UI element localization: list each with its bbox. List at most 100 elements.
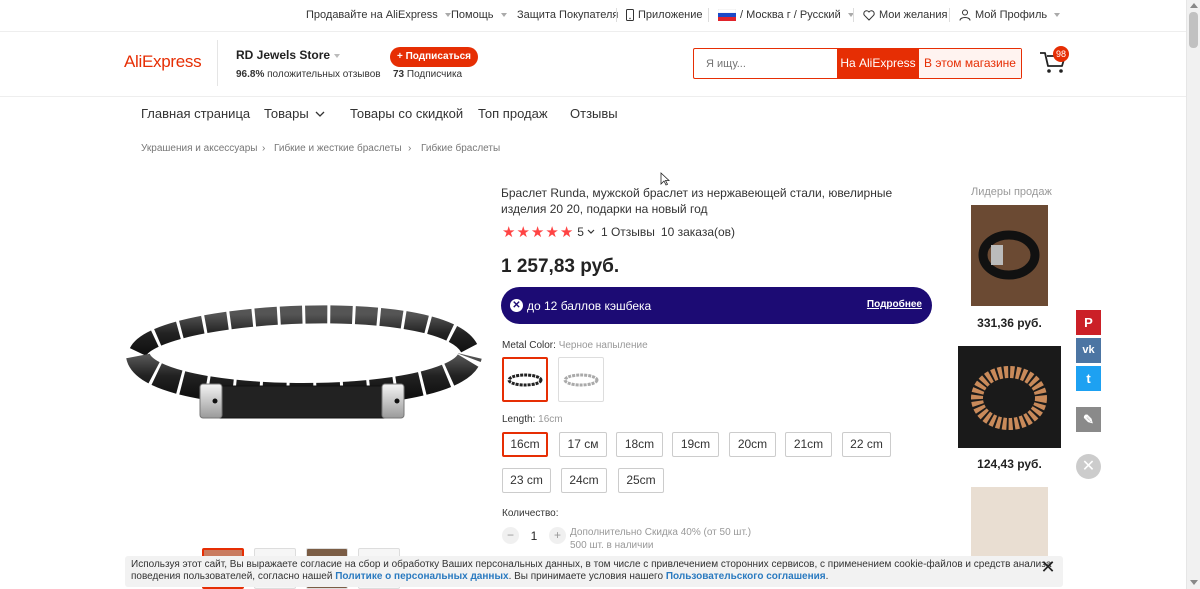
size-option[interactable]: 23 cm	[502, 468, 551, 493]
reviews-count[interactable]: 1 Отзывы	[601, 225, 655, 239]
chevron-down-icon[interactable]	[587, 229, 595, 235]
size-option[interactable]: 17 см	[559, 432, 607, 457]
product-price: 1 257,83 руб.	[501, 256, 620, 277]
color-label-title: Metal Color:	[502, 340, 556, 351]
quantity-discount: Дополнительно Скидка 40% (от 50 шт.)	[570, 527, 752, 538]
size-option[interactable]: 18cm	[616, 432, 663, 457]
cashback-more-link[interactable]: Подробнее	[867, 299, 922, 310]
breadcrumb-item[interactable]: Гибкие браслеты	[421, 143, 500, 154]
divider	[708, 8, 709, 22]
size-option[interactable]: 20cm	[729, 432, 776, 457]
user-agreement-link[interactable]: Пользовательского соглашения	[666, 571, 826, 582]
scroll-down-icon[interactable]	[1190, 580, 1198, 585]
cashback-icon: ✕	[510, 299, 523, 312]
nav-products[interactable]: Товары	[264, 106, 325, 121]
color-value: Черное напыление	[558, 340, 648, 351]
size-option[interactable]: 21cm	[785, 432, 832, 457]
region-language-selector[interactable]: / Москва г / Русский	[718, 9, 854, 21]
help-label: Помощь	[451, 9, 494, 21]
bestseller-image[interactable]	[971, 205, 1048, 306]
search-input[interactable]	[694, 49, 837, 78]
close-icon[interactable]: ✕	[1040, 558, 1056, 576]
vk-icon[interactable]: vk	[1076, 338, 1101, 363]
twitter-icon[interactable]: t	[1076, 366, 1101, 391]
buyer-protection-link[interactable]: Защита Покупателя	[517, 9, 618, 21]
color-option-silver[interactable]	[558, 357, 604, 402]
cookie-banner: Используя этот сайт, Вы выражаете соглас…	[125, 556, 1063, 587]
nav-top-sales[interactable]: Топ продаж	[478, 106, 548, 121]
size-option[interactable]: 24cm	[561, 468, 607, 493]
length-value: 16cm	[538, 414, 563, 425]
feedback-percent: 96.8%	[236, 69, 265, 80]
size-option[interactable]: 22 cm	[842, 432, 891, 457]
page-scrollbar[interactable]	[1186, 0, 1200, 589]
store-feedback: 96.8% положительных отзывов	[236, 69, 381, 80]
close-icon[interactable]: ✕	[1076, 454, 1101, 479]
subscribe-button[interactable]: + Подписаться	[390, 47, 479, 67]
nav-discounts[interactable]: Товары со скидкой	[350, 106, 463, 121]
profile-link[interactable]: Мой Профиль	[959, 9, 1061, 21]
app-label: Приложение	[638, 9, 703, 21]
cart-count-badge: 98	[1053, 46, 1069, 62]
heart-icon	[863, 9, 875, 21]
cashback-banner[interactable]: ✕ до 12 баллов кэшбека Подробнее	[501, 287, 932, 324]
stock-count: 500 шт. в наличии	[570, 540, 654, 551]
star-icon: ★	[502, 224, 516, 241]
aliexpress-logo[interactable]: AliExpress	[124, 52, 202, 72]
breadcrumb-item[interactable]: Гибкие и жесткие браслеты	[274, 143, 402, 154]
length-label: Length: 16cm	[502, 414, 563, 425]
top-bar: Продавайте на AliExpress Помощь Защита П…	[0, 0, 1186, 32]
nav-home[interactable]: Главная страница	[141, 106, 250, 121]
cashback-text: до 12 баллов кэшбека	[527, 299, 652, 313]
scroll-up-icon[interactable]	[1190, 3, 1198, 8]
store-name[interactable]: RD Jewels Store	[236, 48, 341, 62]
star-icon: ★	[516, 224, 530, 241]
divider	[616, 8, 617, 22]
nav-reviews[interactable]: Отзывы	[570, 106, 618, 121]
quantity-value[interactable]: 1	[519, 529, 549, 543]
wishlist-label: Мои желания	[879, 9, 948, 21]
chevron-down-icon	[334, 53, 341, 58]
size-option[interactable]: 25cm	[618, 468, 664, 493]
quantity-stepper: − 1 +	[502, 527, 566, 544]
scrollbar-thumb[interactable]	[1189, 12, 1198, 48]
divider	[853, 8, 854, 22]
app-link[interactable]: Приложение	[626, 9, 703, 21]
color-option-black[interactable]	[502, 357, 548, 402]
search-store-button[interactable]: В этом магазине	[919, 49, 1021, 78]
size-option[interactable]: 16cm	[502, 432, 548, 457]
nav-products-label: Товары	[264, 106, 309, 121]
bestseller-chain-image	[971, 366, 1047, 430]
edit-icon[interactable]: ✎	[1076, 407, 1101, 432]
rating-value[interactable]: 5	[577, 225, 584, 239]
bestseller-price: 124,43 руб.	[977, 457, 1042, 471]
store-nav: Главная страница Товары Товары со скидко…	[0, 106, 1186, 124]
pinterest-icon[interactable]: P	[1076, 310, 1101, 335]
chevron-down-icon	[500, 13, 507, 17]
help-link[interactable]: Помощь	[451, 9, 507, 21]
chevron-down-icon	[444, 13, 451, 17]
size-option[interactable]: 19cm	[672, 432, 719, 457]
bestseller-price: 331,36 руб.	[977, 316, 1042, 330]
product-image[interactable]	[118, 290, 490, 440]
search-box: На AliExpress В этом магазине	[693, 48, 1022, 79]
quantity-increase-button[interactable]: +	[549, 527, 566, 544]
bestseller-image[interactable]	[971, 487, 1048, 557]
quantity-decrease-button[interactable]: −	[502, 527, 519, 544]
star-icon: ★	[530, 224, 545, 241]
profile-label: Мой Профиль	[975, 9, 1048, 21]
region-label: / Москва г / Русский	[740, 9, 841, 21]
chevron-down-icon	[315, 111, 325, 117]
quantity-note: Дополнительно Скидка 40% (от 50 шт.) 500…	[570, 526, 751, 552]
divider	[949, 8, 950, 22]
bestseller-image[interactable]	[958, 346, 1061, 448]
chevron-right-icon: ›	[408, 143, 412, 154]
subscribers-count: 73 Подписчика	[393, 69, 462, 80]
wishlist-link[interactable]: Мои желания	[863, 9, 947, 21]
search-aliexpress-button[interactable]: На AliExpress	[837, 49, 919, 78]
privacy-policy-link[interactable]: Политике о персональных данных	[335, 571, 508, 582]
buyer-protection-label: Защита Покупателя	[517, 9, 619, 21]
bestsellers-title: Лидеры продаж	[971, 186, 1052, 198]
sell-on-aliexpress-link[interactable]: Продавайте на AliExpress	[306, 9, 451, 21]
breadcrumb-item[interactable]: Украшения и аксессуары	[141, 143, 257, 154]
